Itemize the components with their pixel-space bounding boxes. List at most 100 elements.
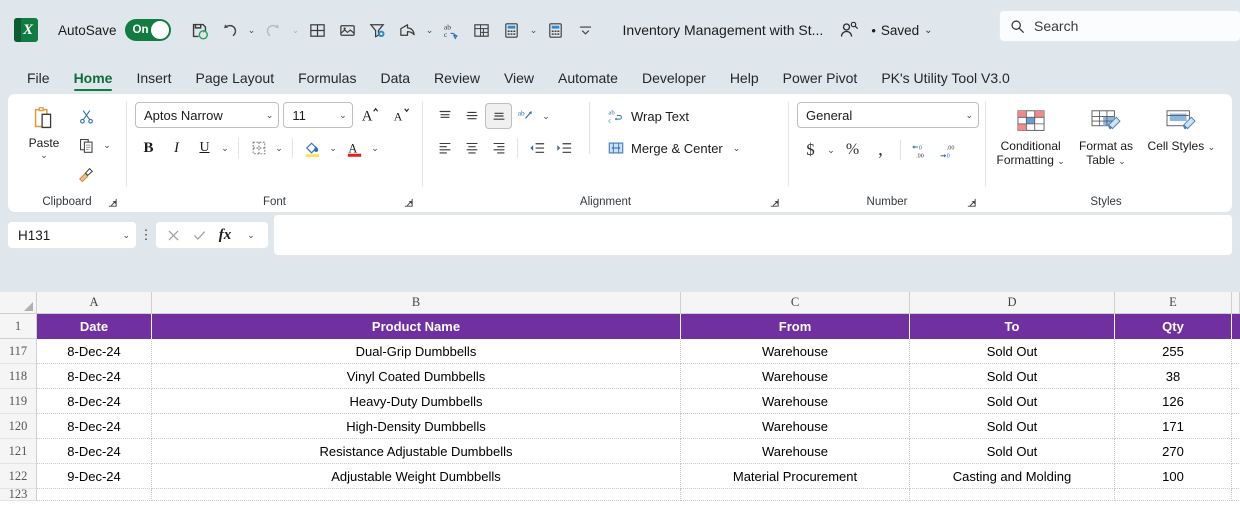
- tab-view[interactable]: View: [493, 66, 545, 94]
- font-name-chevron-down-icon[interactable]: ⌄: [266, 110, 274, 121]
- copy-button[interactable]: [72, 132, 100, 158]
- accounting-chevron-down-icon[interactable]: ⌄: [824, 137, 838, 163]
- cell-f117[interactable]: [1232, 339, 1240, 364]
- merge-center-chevron-down-icon[interactable]: ⌄: [733, 143, 741, 154]
- decrease-decimal-button[interactable]: .00 0: [935, 137, 962, 163]
- cell-c123[interactable]: [681, 489, 910, 501]
- number-dialog-launcher-icon[interactable]: [964, 195, 979, 210]
- cell-e119[interactable]: 126: [1115, 389, 1232, 414]
- column-header-e[interactable]: E: [1115, 292, 1232, 314]
- cell-e121[interactable]: 270: [1115, 439, 1232, 464]
- cell-d117[interactable]: Sold Out: [910, 339, 1115, 364]
- cell-d119[interactable]: Sold Out: [910, 389, 1115, 414]
- row-header-118[interactable]: 118: [0, 364, 37, 389]
- cell-styles-button[interactable]: Cell Styles ⌄: [1145, 104, 1218, 154]
- increase-indent-button[interactable]: [550, 135, 577, 161]
- freeze-panes-icon[interactable]: [467, 15, 497, 45]
- calculator-dropdown-icon[interactable]: ⌄: [527, 16, 541, 44]
- orientation-chevron-down-icon[interactable]: ⌄: [539, 103, 553, 129]
- cell-b117[interactable]: Dual-Grip Dumbbells: [152, 339, 681, 364]
- cell-a117[interactable]: 8-Dec-24: [37, 339, 152, 364]
- tab-review[interactable]: Review: [423, 66, 491, 94]
- tab-page-layout[interactable]: Page Layout: [184, 66, 285, 94]
- save-status[interactable]: • Saved ⌄: [871, 23, 932, 38]
- underline-button[interactable]: U: [191, 135, 218, 161]
- font-color-chevron-down-icon[interactable]: ⌄: [368, 135, 382, 161]
- cell-b123[interactable]: [152, 489, 681, 501]
- save-icon[interactable]: [185, 15, 215, 45]
- increase-decimal-button[interactable]: 0.00: [907, 137, 934, 163]
- formula-input[interactable]: [274, 215, 1232, 255]
- merge-center-button[interactable]: Merge & Center ⌄: [600, 135, 747, 161]
- row-header-123[interactable]: 123: [0, 489, 37, 501]
- borders-chevron-down-icon[interactable]: ⌄: [272, 135, 286, 161]
- borders-button[interactable]: [245, 135, 272, 161]
- row-header-122[interactable]: 122: [0, 464, 37, 489]
- cell-f120[interactable]: [1232, 414, 1240, 439]
- format-painter-button[interactable]: [72, 161, 100, 187]
- format-as-table-button[interactable]: Format as Table ⌄: [1069, 104, 1142, 168]
- align-top-button[interactable]: [431, 103, 458, 129]
- cell-b120[interactable]: High-Density Dumbbells: [152, 414, 681, 439]
- cell-d123[interactable]: [910, 489, 1115, 501]
- cell-b119[interactable]: Heavy-Duty Dumbbells: [152, 389, 681, 414]
- fill-color-button[interactable]: [299, 135, 326, 161]
- cell-styles-chevron-down-icon[interactable]: ⌄: [1208, 142, 1216, 152]
- redo-dropdown-icon[interactable]: ⌄: [289, 16, 303, 44]
- cell-d120[interactable]: Sold Out: [910, 414, 1115, 439]
- insert-function-button[interactable]: fx: [212, 223, 238, 247]
- row-header-121[interactable]: 121: [0, 439, 37, 464]
- enter-formula-button[interactable]: [186, 223, 212, 247]
- align-middle-button[interactable]: [458, 103, 485, 129]
- align-left-button[interactable]: [431, 135, 458, 161]
- cell-d122[interactable]: Casting and Molding: [910, 464, 1115, 489]
- share-icon[interactable]: [393, 15, 423, 45]
- header-cell-qty[interactable]: Qty: [1115, 314, 1232, 339]
- cell-a122[interactable]: 9-Dec-24: [37, 464, 152, 489]
- decrease-font-size-button[interactable]: A: [387, 102, 414, 128]
- undo-dropdown-icon[interactable]: ⌄: [245, 16, 259, 44]
- cell-a121[interactable]: 8-Dec-24: [37, 439, 152, 464]
- cell-e123[interactable]: [1115, 489, 1232, 501]
- undo-icon[interactable]: [215, 15, 245, 45]
- conditional-formatting-chevron-down-icon[interactable]: ⌄: [1057, 156, 1065, 166]
- cell-d121[interactable]: Sold Out: [910, 439, 1115, 464]
- cell-d118[interactable]: Sold Out: [910, 364, 1115, 389]
- font-size-chevron-down-icon[interactable]: ⌄: [339, 110, 347, 121]
- cell-f123[interactable]: [1232, 489, 1240, 501]
- cell-f122[interactable]: [1232, 464, 1240, 489]
- table-icon[interactable]: [303, 15, 333, 45]
- tab-power-pivot[interactable]: Power Pivot: [772, 66, 869, 94]
- row-header-117[interactable]: 117: [0, 339, 37, 364]
- document-title[interactable]: Inventory Management with St...: [623, 22, 824, 38]
- cell-c120[interactable]: Warehouse: [681, 414, 910, 439]
- name-box[interactable]: H131 ⌄: [8, 222, 136, 248]
- cell-c121[interactable]: Warehouse: [681, 439, 910, 464]
- tab-data[interactable]: Data: [369, 66, 421, 94]
- cell-a123[interactable]: [37, 489, 152, 501]
- search-input[interactable]: Search: [1000, 11, 1240, 41]
- column-header-a[interactable]: A: [37, 292, 152, 314]
- column-header-b[interactable]: B: [152, 292, 681, 314]
- underline-chevron-down-icon[interactable]: ⌄: [218, 135, 232, 161]
- select-all-button[interactable]: [0, 292, 37, 314]
- cut-button[interactable]: [72, 103, 100, 129]
- customize-quick-access-icon[interactable]: [571, 15, 601, 45]
- comma-format-button[interactable]: ,: [867, 137, 894, 163]
- paste-chevron-down-icon[interactable]: ⌄: [40, 151, 48, 160]
- formula-bar-expand-icon[interactable]: ⌄: [238, 223, 264, 247]
- cell-b122[interactable]: Adjustable Weight Dumbbells: [152, 464, 681, 489]
- cell-c117[interactable]: Warehouse: [681, 339, 910, 364]
- tab-developer[interactable]: Developer: [631, 66, 717, 94]
- conditional-formatting-button[interactable]: Conditional Formatting ⌄: [994, 104, 1067, 168]
- cell-a118[interactable]: 8-Dec-24: [37, 364, 152, 389]
- tab-pk-utility-tool[interactable]: PK's Utility Tool V3.0: [870, 66, 1020, 94]
- picture-icon[interactable]: [333, 15, 363, 45]
- paste-button[interactable]: Paste ⌄: [16, 100, 72, 160]
- name-box-chevron-down-icon[interactable]: ⌄: [122, 230, 130, 241]
- tab-help[interactable]: Help: [719, 66, 770, 94]
- autosave-toggle[interactable]: On: [124, 19, 171, 41]
- fill-color-chevron-down-icon[interactable]: ⌄: [326, 135, 340, 161]
- increase-font-size-button[interactable]: A: [357, 102, 384, 128]
- cell-b118[interactable]: Vinyl Coated Dumbbells: [152, 364, 681, 389]
